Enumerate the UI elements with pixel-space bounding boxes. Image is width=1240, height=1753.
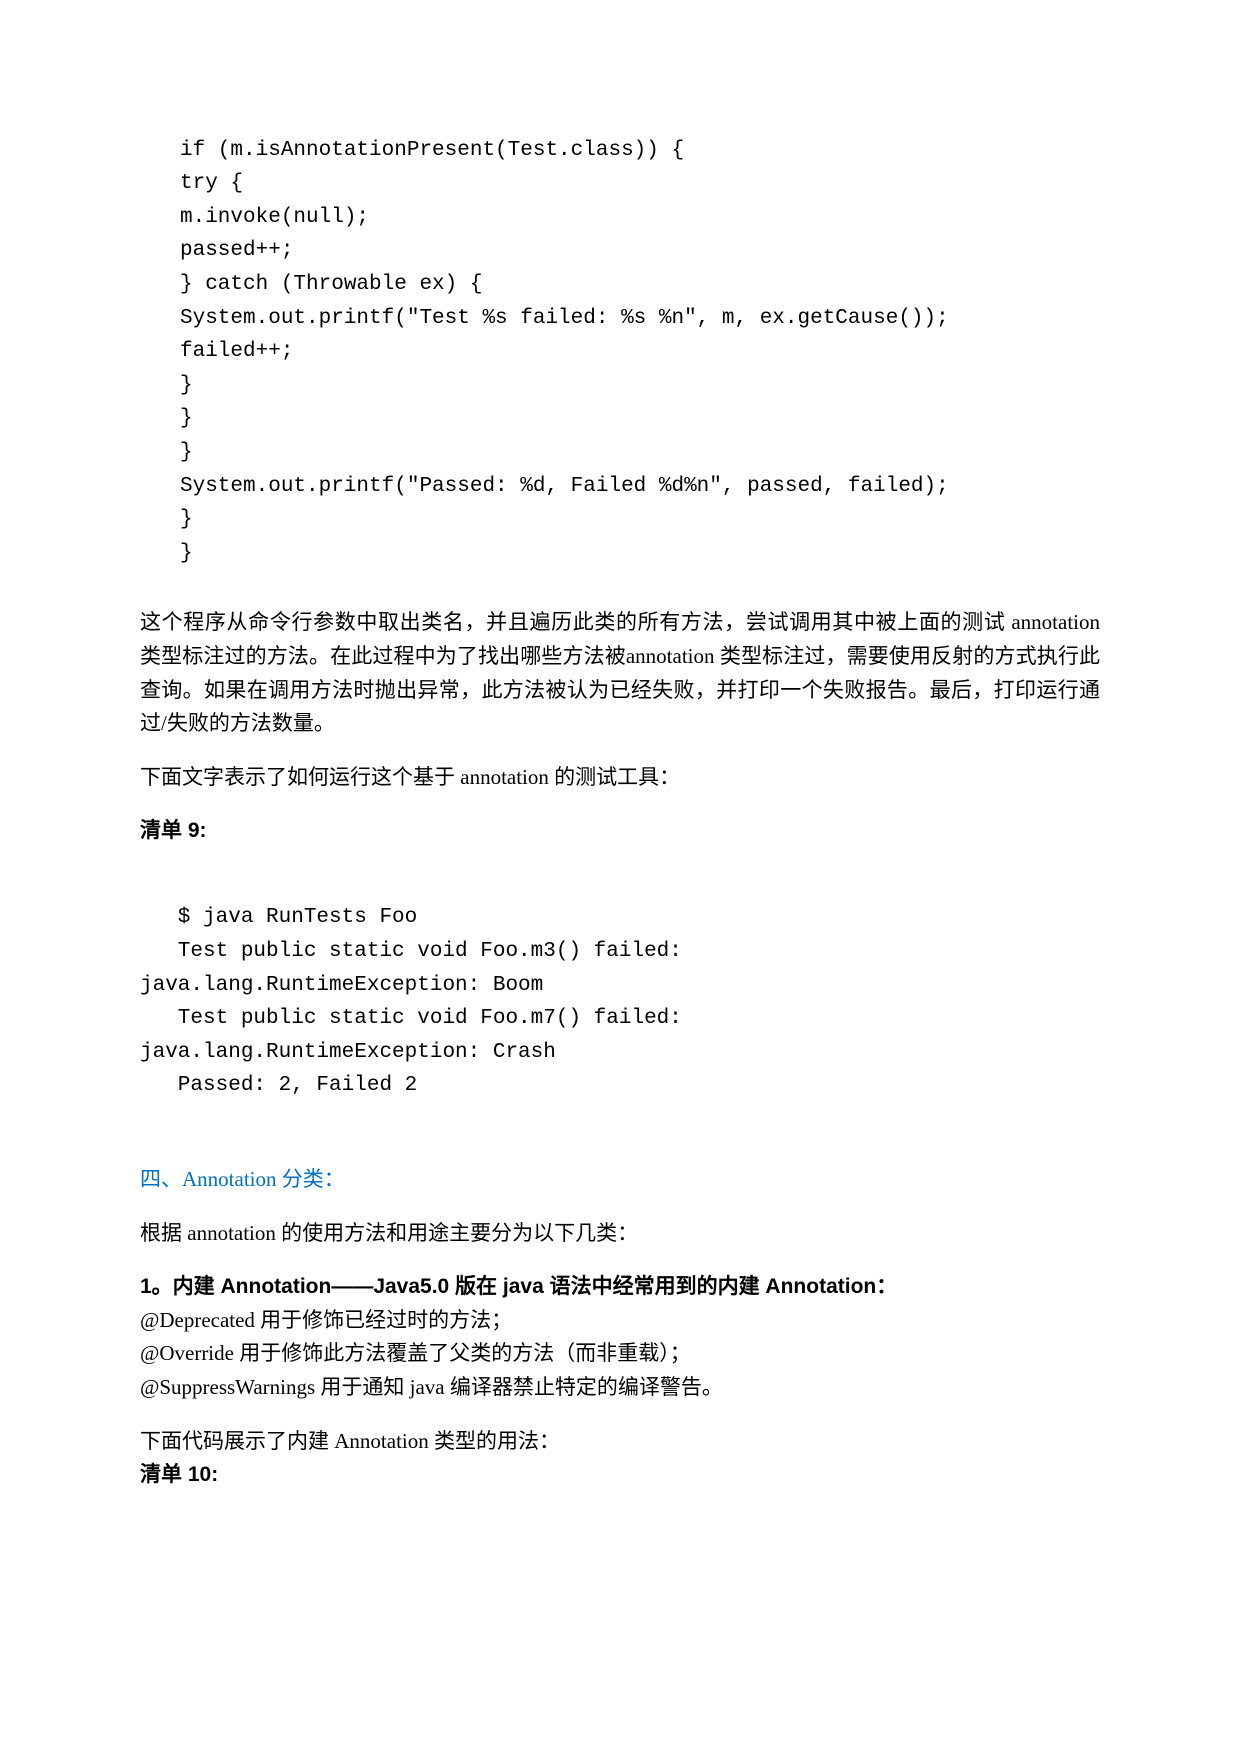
heading-section-four: 四、Annotation 分类： xyxy=(140,1163,1100,1197)
paragraph: 下面代码展示了内建 Annotation 类型的用法： xyxy=(140,1425,1100,1459)
code-line: } xyxy=(180,441,193,464)
code-line: if (m.isAnnotationPresent(Test.class)) { xyxy=(180,139,684,162)
code-line: Test public static void Foo.m3() failed: xyxy=(140,940,682,963)
code-line: java.lang.RuntimeException: Boom xyxy=(140,974,543,997)
paragraph: 下面文字表示了如何运行这个基于 annotation 的测试工具： xyxy=(140,761,1100,795)
code-line: Passed: 2, Failed 2 xyxy=(140,1074,417,1097)
paragraph: 根据 annotation 的使用方法和用途主要分为以下几类： xyxy=(140,1217,1100,1251)
code-line: Test public static void Foo.m7() failed: xyxy=(140,1007,682,1030)
heading-listing-10: 清单 10: xyxy=(140,1458,1100,1492)
paragraph: 这个程序从命令行参数中取出类名，并且遍历此类的所有方法，尝试调用其中被上面的测试… xyxy=(140,606,1100,740)
code-line: } catch (Throwable ex) { xyxy=(180,273,482,296)
code-line: System.out.printf("Test %s failed: %s %n… xyxy=(180,307,949,330)
heading-listing-9: 清单 9: xyxy=(140,814,1100,848)
code-listing-1: if (m.isAnnotationPresent(Test.class)) {… xyxy=(180,100,1100,570)
code-line: failed++; xyxy=(180,340,293,363)
code-line: } xyxy=(180,374,193,397)
paragraph-line: @SuppressWarnings 用于通知 java 编译器禁止特定的编译警告… xyxy=(140,1371,1100,1405)
code-line: } xyxy=(180,407,193,430)
code-line: java.lang.RuntimeException: Crash xyxy=(140,1041,556,1064)
code-line: } xyxy=(180,542,193,565)
code-listing-2: $ java RunTests Foo Test public static v… xyxy=(140,868,1100,1103)
code-line: passed++; xyxy=(180,239,293,262)
code-line: m.invoke(null); xyxy=(180,206,369,229)
paragraph-line: @Deprecated 用于修饰已经过时的方法； xyxy=(140,1304,1100,1338)
document-page: if (m.isAnnotationPresent(Test.class)) {… xyxy=(0,0,1240,1592)
code-line: } xyxy=(180,508,193,531)
heading-builtin-annotation: 1。内建 Annotation——Java5.0 版在 java 语法中经常用到… xyxy=(140,1270,1100,1304)
code-line: $ java RunTests Foo xyxy=(140,906,417,929)
paragraph-line: @Override 用于修饰此方法覆盖了父类的方法（而非重载）； xyxy=(140,1337,1100,1371)
code-line: try { xyxy=(180,172,243,195)
code-line: System.out.printf("Passed: %d, Failed %d… xyxy=(180,475,949,498)
